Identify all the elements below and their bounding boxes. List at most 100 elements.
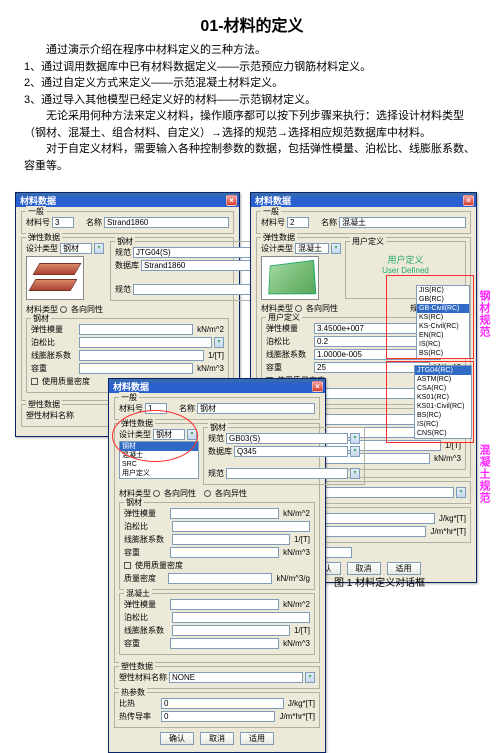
input-no[interactable]: [145, 403, 167, 414]
input-name[interactable]: [104, 217, 229, 228]
cancel-button[interactable]: 取消: [200, 732, 234, 745]
thermal-section: 热参数 比热J/kg*[T] 热传导率J/m*hr*[T]: [114, 692, 320, 728]
input-name[interactable]: [339, 217, 466, 228]
chevron-down-icon[interactable]: ▾: [350, 446, 360, 457]
radio-iso[interactable]: [153, 490, 160, 497]
radio-iso[interactable]: [60, 306, 67, 313]
list-item[interactable]: KS01(RC): [415, 393, 471, 402]
unit-a: 1/[T]: [294, 535, 310, 544]
list-item[interactable]: CSA(RC): [415, 384, 471, 393]
input-a[interactable]: [79, 350, 204, 361]
chk-use-mass[interactable]: [124, 562, 131, 569]
select-code2[interactable]: [226, 468, 348, 479]
chevron-down-icon[interactable]: ▾: [331, 243, 341, 254]
apply-button[interactable]: 适用: [240, 732, 274, 745]
list-item[interactable]: SRC: [120, 460, 198, 469]
list-item[interactable]: 混凝土: [120, 451, 198, 460]
select-type[interactable]: [153, 429, 185, 440]
chevron-down-icon[interactable]: ▾: [94, 243, 104, 254]
legend-elastic: 弹性数据: [261, 232, 297, 243]
list-item[interactable]: EN(RC): [417, 331, 469, 340]
list-item[interactable]: IS(RC): [415, 420, 471, 429]
concrete-preview: [261, 256, 319, 300]
titlebar[interactable]: 材料数据 ×: [109, 379, 325, 393]
list-item[interactable]: JTG04(RC): [415, 366, 471, 375]
chevron-down-icon[interactable]: ▾: [350, 468, 360, 479]
input-E[interactable]: [79, 324, 193, 335]
input-E[interactable]: [170, 508, 279, 519]
select-code[interactable]: [133, 247, 255, 258]
chevron-down-icon[interactable]: ▾: [456, 487, 466, 498]
input-name[interactable]: [197, 403, 315, 414]
close-icon[interactable]: ×: [226, 195, 237, 206]
select-plname[interactable]: [311, 487, 454, 498]
chk-use-mass[interactable]: [31, 378, 38, 385]
concrete-code-list[interactable]: JTG04(RC) ASTM(RC) CSA(RC) KS01(RC) KS01…: [414, 365, 472, 439]
chevron-down-icon[interactable]: ▾: [187, 429, 197, 440]
page-title: 01-材料的定义: [24, 12, 480, 36]
select-type[interactable]: [60, 243, 92, 254]
list-item[interactable]: KS(RC): [417, 313, 469, 322]
input-sh[interactable]: [161, 698, 284, 709]
input-E[interactable]: [314, 323, 430, 334]
close-icon[interactable]: ×: [312, 381, 323, 392]
legend-plastic: 塑性数据: [26, 399, 62, 410]
select-type[interactable]: [295, 243, 329, 254]
input-hc[interactable]: [161, 711, 275, 722]
list-item[interactable]: GB(RC): [417, 295, 469, 304]
input-no[interactable]: [52, 217, 74, 228]
list-item[interactable]: BS(RC): [415, 411, 471, 420]
chevron-down-icon[interactable]: ▾: [350, 433, 360, 444]
general-section: 一般 材料号 名称: [21, 211, 234, 234]
select-code2[interactable]: [133, 284, 255, 295]
list-item[interactable]: GB-Civil(RC): [417, 304, 469, 313]
input-nuc[interactable]: [172, 612, 310, 623]
list-item[interactable]: JIS(RC): [417, 286, 469, 295]
legend-general: 一般: [261, 206, 281, 217]
input-Ec[interactable]: [314, 414, 430, 425]
radio-iso[interactable]: [295, 305, 302, 312]
select-code[interactable]: [226, 433, 348, 444]
chevron-down-icon[interactable]: ▾: [305, 672, 315, 683]
input-mass[interactable]: [168, 573, 272, 584]
input-no[interactable]: [287, 217, 309, 228]
input-mass[interactable]: [313, 388, 424, 399]
label-nu: 泊松比: [31, 337, 77, 348]
select-db[interactable]: [141, 260, 255, 271]
list-item[interactable]: 用户定义: [120, 469, 198, 478]
radio-ortho[interactable]: [204, 490, 211, 497]
input-a[interactable]: [172, 534, 290, 545]
legend-userdef2: 用户定义: [266, 312, 302, 323]
select-plname[interactable]: [169, 672, 303, 683]
steel-code-list[interactable]: JIS(RC) GB(RC) GB-Civil(RC) KS(RC) KS-Ci…: [416, 285, 470, 359]
input-g[interactable]: [314, 362, 430, 373]
steel-beam-icon: [32, 261, 78, 295]
label-name: 名称: [86, 217, 102, 228]
titlebar[interactable]: 材料数据 ×: [251, 193, 476, 207]
list-item[interactable]: CNS(RC): [415, 429, 471, 438]
ok-button[interactable]: 确认: [160, 732, 194, 745]
label-no: 材料号: [26, 217, 50, 228]
input-ac[interactable]: [172, 625, 290, 636]
input-gc[interactable]: [170, 638, 279, 649]
close-icon[interactable]: ×: [463, 195, 474, 206]
para-4: 无论采用何种方法来定义材料，操作顺序都可以按下列步骤来执行：选择设计材料类型（钢…: [24, 108, 480, 141]
label-Ec: 弹性模量: [124, 599, 168, 610]
list-item[interactable]: KS-Civil(RC): [417, 322, 469, 331]
chevron-down-icon[interactable]: ▾: [214, 337, 224, 348]
list-item[interactable]: 钢材: [120, 442, 198, 451]
input-Ec[interactable]: [170, 599, 279, 610]
label-db: 数据库: [115, 260, 139, 271]
list-item[interactable]: KS01-Civil(RC): [415, 402, 471, 411]
input-g[interactable]: [170, 547, 279, 558]
list-item[interactable]: IS(RC): [417, 340, 469, 349]
select-db[interactable]: [234, 446, 348, 457]
list-item[interactable]: BS(RC): [417, 349, 469, 358]
input-g[interactable]: [79, 363, 193, 374]
concrete-block-icon: [268, 260, 316, 294]
list-item[interactable]: ASTM(RC): [415, 375, 471, 384]
input-nu[interactable]: [172, 521, 310, 532]
type-option-list[interactable]: 钢材 混凝土 SRC 用户定义: [119, 441, 199, 479]
titlebar[interactable]: 材料数据 ×: [16, 193, 239, 207]
input-nu[interactable]: [79, 337, 212, 348]
